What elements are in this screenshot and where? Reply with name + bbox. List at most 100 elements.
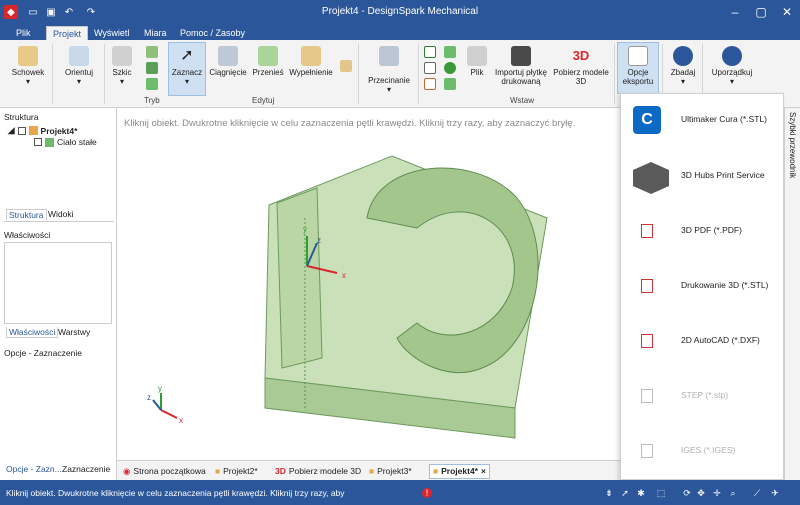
close-icon[interactable]: ✕ [774,0,800,24]
tab-struktura[interactable]: Struktura [6,209,47,220]
close-tab-icon[interactable]: × [481,464,486,479]
title-bar: ◆ ▭ ▣ ↶ ↷ Projekt4 - DesignSpark Mechani… [0,0,800,24]
viewport-canvas[interactable]: x y z x y z [117,108,620,460]
clipboard-icon [18,46,38,66]
export-item-3dhubs[interactable]: 3D Hubs Print Service [621,156,785,196]
box-select-icon[interactable]: ⬚ [656,488,666,498]
tab-pomoc[interactable]: Pomoc / Zasoby [174,26,251,40]
status-bar: Kliknij obiekt. Dwukrotne kliknięcie w c… [0,480,800,505]
triad-x-label: x [179,416,183,425]
snap-icon[interactable]: ⇟ [604,488,614,498]
tab-opcje[interactable]: Opcje - Zazn... [6,464,62,474]
pan-icon[interactable]: ✥ [696,488,706,498]
doc-tab-projekt2[interactable]: ■ Projekt2* [215,464,258,479]
orient-button[interactable]: Orientuj ▾ [58,46,100,86]
inspect-icon [673,46,693,66]
export-item-cura[interactable]: C Ultimaker Cura (*.STL) [621,100,785,140]
tab-zaznaczenie[interactable]: Zaznaczenie [62,464,110,474]
fill-icon [301,46,321,66]
export-item-3dprint[interactable]: Drukowanie 3D (*.STL) [621,266,785,306]
measure-icon[interactable]: ⟋ [752,488,762,498]
group-tryb-label: Tryb [144,96,160,105]
tree-project[interactable]: ◢ Projekt4* [8,125,77,136]
export-item-step[interactable]: STEP (*.stp) [621,376,785,416]
cursor-status-icon[interactable]: ➚ [620,488,630,498]
doc-tab-projekt4[interactable]: ■ Projekt4* × [429,464,490,479]
fill-button[interactable]: Wypełnienie [288,46,334,77]
checkbox-icon[interactable] [17,126,26,135]
group-wstaw-label: Wstaw [510,96,534,105]
pull-button[interactable]: Ciągnięcie [208,46,248,77]
axis-icon[interactable] [424,78,436,90]
model-svg: x y z x y z [147,155,548,439]
minimize-icon[interactable]: – [722,0,748,24]
move-icon [258,46,278,66]
structure-title: Struktura [4,112,39,122]
move-button[interactable]: Przenieś [250,46,286,77]
file-insert-button[interactable]: Plik [464,46,490,77]
fly-icon[interactable]: ✈ [770,488,780,498]
3dhubs-icon [633,162,669,194]
maximize-icon[interactable]: ▢ [748,0,774,24]
project-icon: ■ [215,466,221,476]
export-menu: C Ultimaker Cura (*.STL) 3D Hubs Print S… [620,93,784,480]
properties-box [4,242,112,324]
shell-icon[interactable] [444,78,456,90]
doc-tab-projekt3[interactable]: ■ Projekt3* [369,464,412,479]
line-icon[interactable] [424,62,436,74]
cylinder-icon[interactable] [444,46,456,58]
project-icon: ■ [433,466,439,476]
mode-3d-icon[interactable] [146,78,158,90]
download-3d-button[interactable]: 3D Pobierz modele 3D [552,46,610,86]
extra-edit-icon[interactable] [340,60,352,72]
doc-tab-start[interactable]: ◉ Strona początkowa [123,464,206,479]
move-view-icon[interactable]: ✛ [712,488,722,498]
mode-section-icon[interactable] [146,62,158,74]
export-item-iges[interactable]: IGES (*.IGES) [621,431,785,471]
select-button[interactable]: ➚ Zaznacz ▾ [168,42,206,96]
tab-wlasciwosci[interactable]: Właściwości [6,327,59,338]
orient-icon [69,46,89,66]
export-item-dxf[interactable]: 2D AutoCAD (*.DXF) [621,321,785,361]
organize-button[interactable]: Uporządkuj ▾ [708,46,756,86]
quick-guide-label: Szybki przewodnik [788,112,797,179]
intersect-icon [379,46,399,66]
tab-wyswietl[interactable]: Wyświetl [88,26,135,40]
tab-widoki[interactable]: Widoki [48,209,74,219]
quick-guide-strip[interactable]: Szybki przewodnik [784,108,800,480]
sphere-icon[interactable] [444,62,456,74]
project-icon: ■ [369,466,375,476]
clipboard-button[interactable]: Schowek ▾ [10,46,46,86]
iges-file-icon [641,444,653,458]
sketch-button[interactable]: Szkic ▾ [108,46,136,86]
tab-warstwy[interactable]: Warstwy [58,327,90,337]
tab-projekt[interactable]: Projekt [46,26,89,40]
export-options-button[interactable]: Opcje eksportu [617,42,659,94]
options-title: Opcje - Zaznaczenie [4,348,82,358]
menu-bar: Plik Projekt Wyświetl Miara Pomoc / Zaso… [0,24,800,40]
properties-title: Właściwości [4,230,51,240]
solid-icon [45,137,54,147]
document-tabs: ◉ Strona początkowa ■ Projekt2* 3D Pobierz … [117,460,620,480]
intersect-button[interactable]: Przecinanie ▾ [364,46,414,94]
tab-plik[interactable]: Plik [10,26,37,40]
organize-icon [722,46,742,66]
mode-sketch-icon[interactable] [146,46,158,58]
inspect-button[interactable]: Zbadaj ▾ [668,46,698,86]
checkbox-icon[interactable] [34,138,42,146]
plane-icon[interactable] [424,46,436,58]
tree-body[interactable]: Ciało stałe [34,137,97,147]
sketch-icon [112,46,132,66]
error-icon[interactable]: ! [422,488,432,498]
tab-miara[interactable]: Miara [138,26,173,40]
axis-z-label: z [317,236,321,245]
dxf-file-icon [641,334,653,348]
zoom-icon[interactable]: ⌕ [728,488,738,498]
doc-tab-pobierz[interactable]: 3D Pobierz modele 3D [275,464,361,479]
left-panel: Struktura ◢ Projekt4* Ciało stałe Strukt… [0,108,117,480]
camera-icon[interactable]: ✱ [636,488,646,498]
rotate-icon[interactable]: ⟳ [682,488,692,498]
export-item-3dpdf[interactable]: 3D PDF (*.PDF) [621,211,785,251]
3d-icon: 3D [275,466,286,476]
import-pcb-button[interactable]: Importuj płytkę drukowaną [492,46,550,86]
